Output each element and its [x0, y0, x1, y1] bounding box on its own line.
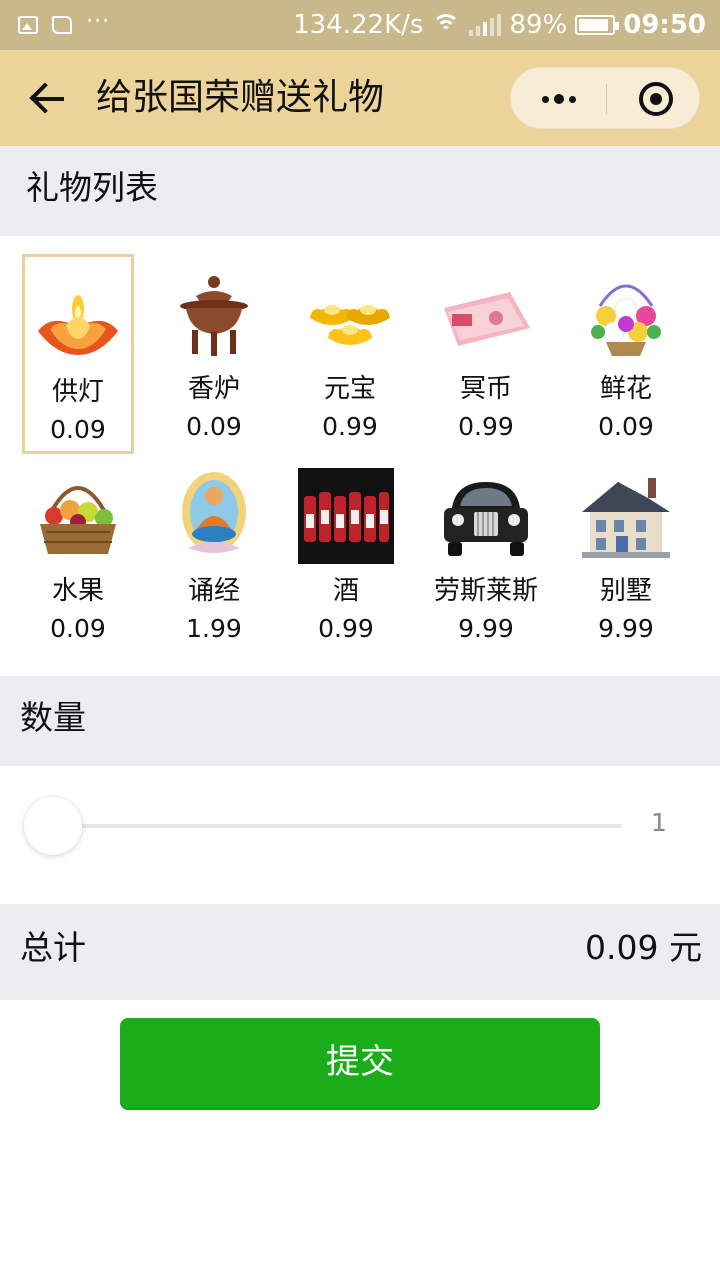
gift-price: 0.99: [318, 614, 374, 643]
car-icon: [444, 482, 528, 556]
more-dots-icon: ···: [86, 8, 110, 34]
submit-button[interactable]: 提交: [120, 1018, 600, 1110]
gift-price: 0.09: [50, 614, 106, 643]
flower-basket-icon: [591, 284, 661, 356]
battery-icon: [575, 15, 620, 35]
wifi-icon: [431, 14, 461, 36]
buddha-icon: [182, 472, 246, 553]
quantity-title: 数量: [20, 698, 86, 737]
gift-item-ingots[interactable]: 元宝 0.99: [294, 254, 406, 454]
nav-bar: 给张国荣赠送礼物: [0, 50, 720, 146]
total-amount: 0.09 元: [585, 928, 702, 967]
quantity-value: 1: [651, 808, 667, 837]
gift-name: 别墅: [599, 576, 652, 606]
gift-item-lamp[interactable]: 供灯 0.09: [22, 254, 134, 454]
gift-item-villa[interactable]: 别墅 9.99: [570, 456, 682, 656]
gift-price: 1.99: [186, 614, 242, 643]
total-row: 总计 0.09 元: [0, 904, 720, 1000]
gift-item-rolls-royce[interactable]: 劳斯莱斯 9.99: [430, 456, 542, 656]
gift-list-title: 礼物列表: [26, 168, 158, 207]
net-speed: 134.22K/s: [293, 10, 424, 40]
gold-ingots-icon: [310, 305, 390, 345]
gift-item-sutra[interactable]: 诵经 1.99: [158, 456, 270, 656]
gift-item-hell-money[interactable]: 冥币 0.99: [430, 254, 542, 454]
quantity-header: 数量: [0, 676, 720, 766]
villa-icon: [582, 478, 670, 558]
image-icon: [18, 16, 38, 34]
gift-name: 水果: [51, 576, 104, 606]
gift-name: 香炉: [187, 374, 240, 404]
gift-price: 9.99: [598, 614, 654, 643]
gift-price: 9.99: [458, 614, 514, 643]
total-label: 总计: [20, 928, 86, 967]
gift-price: 0.99: [322, 412, 378, 441]
gift-list-header: 礼物列表: [0, 146, 720, 236]
fruit-basket-icon: [40, 486, 116, 554]
gift-name: 元宝: [323, 374, 376, 404]
hell-money-icon: [444, 292, 530, 346]
gift-grid: 供灯 0.09 香炉 0.09 元宝 0.99 冥币 0.99 鲜花 0.09 …: [0, 236, 720, 676]
gift-item-fruit[interactable]: 水果 0.09: [22, 456, 134, 656]
clock: 09:50: [623, 10, 706, 40]
gift-name: 诵经: [187, 576, 240, 606]
capsule-menu: [510, 67, 700, 129]
gift-name: 鲜花: [599, 374, 652, 404]
gift-name: 冥币: [459, 374, 512, 404]
gift-item-liquor[interactable]: 酒 0.99: [290, 456, 402, 656]
capsule-divider: [606, 84, 607, 114]
incense-burner-icon: [180, 276, 248, 356]
book-icon: [52, 16, 72, 34]
gift-name: 酒: [332, 576, 359, 606]
gift-price: 0.09: [186, 412, 242, 441]
back-arrow-icon[interactable]: [28, 78, 68, 118]
quantity-slider-track[interactable]: [54, 824, 622, 828]
target-close-icon[interactable]: [639, 82, 673, 116]
gift-item-flowers[interactable]: 鲜花 0.09: [570, 254, 682, 454]
battery-percent: 89%: [509, 10, 568, 40]
status-bar: ··· 134.22K/s 89% 09:50: [0, 0, 720, 50]
gift-price: 0.09: [598, 412, 654, 441]
gift-price: 0.99: [458, 412, 514, 441]
lotus-lamp-icon: [38, 295, 118, 355]
more-dots-icon[interactable]: [511, 68, 606, 130]
signal-icon: [469, 14, 502, 36]
gift-price: 0.09: [50, 415, 106, 444]
page-title: 给张国荣赠送礼物: [96, 77, 385, 118]
gift-item-incense-burner[interactable]: 香炉 0.09: [158, 254, 270, 454]
gift-name: 劳斯莱斯: [433, 576, 538, 606]
gift-name: 供灯: [51, 377, 104, 407]
liquor-bottles-icon: [298, 468, 394, 564]
quantity-slider-handle[interactable]: [24, 797, 82, 855]
